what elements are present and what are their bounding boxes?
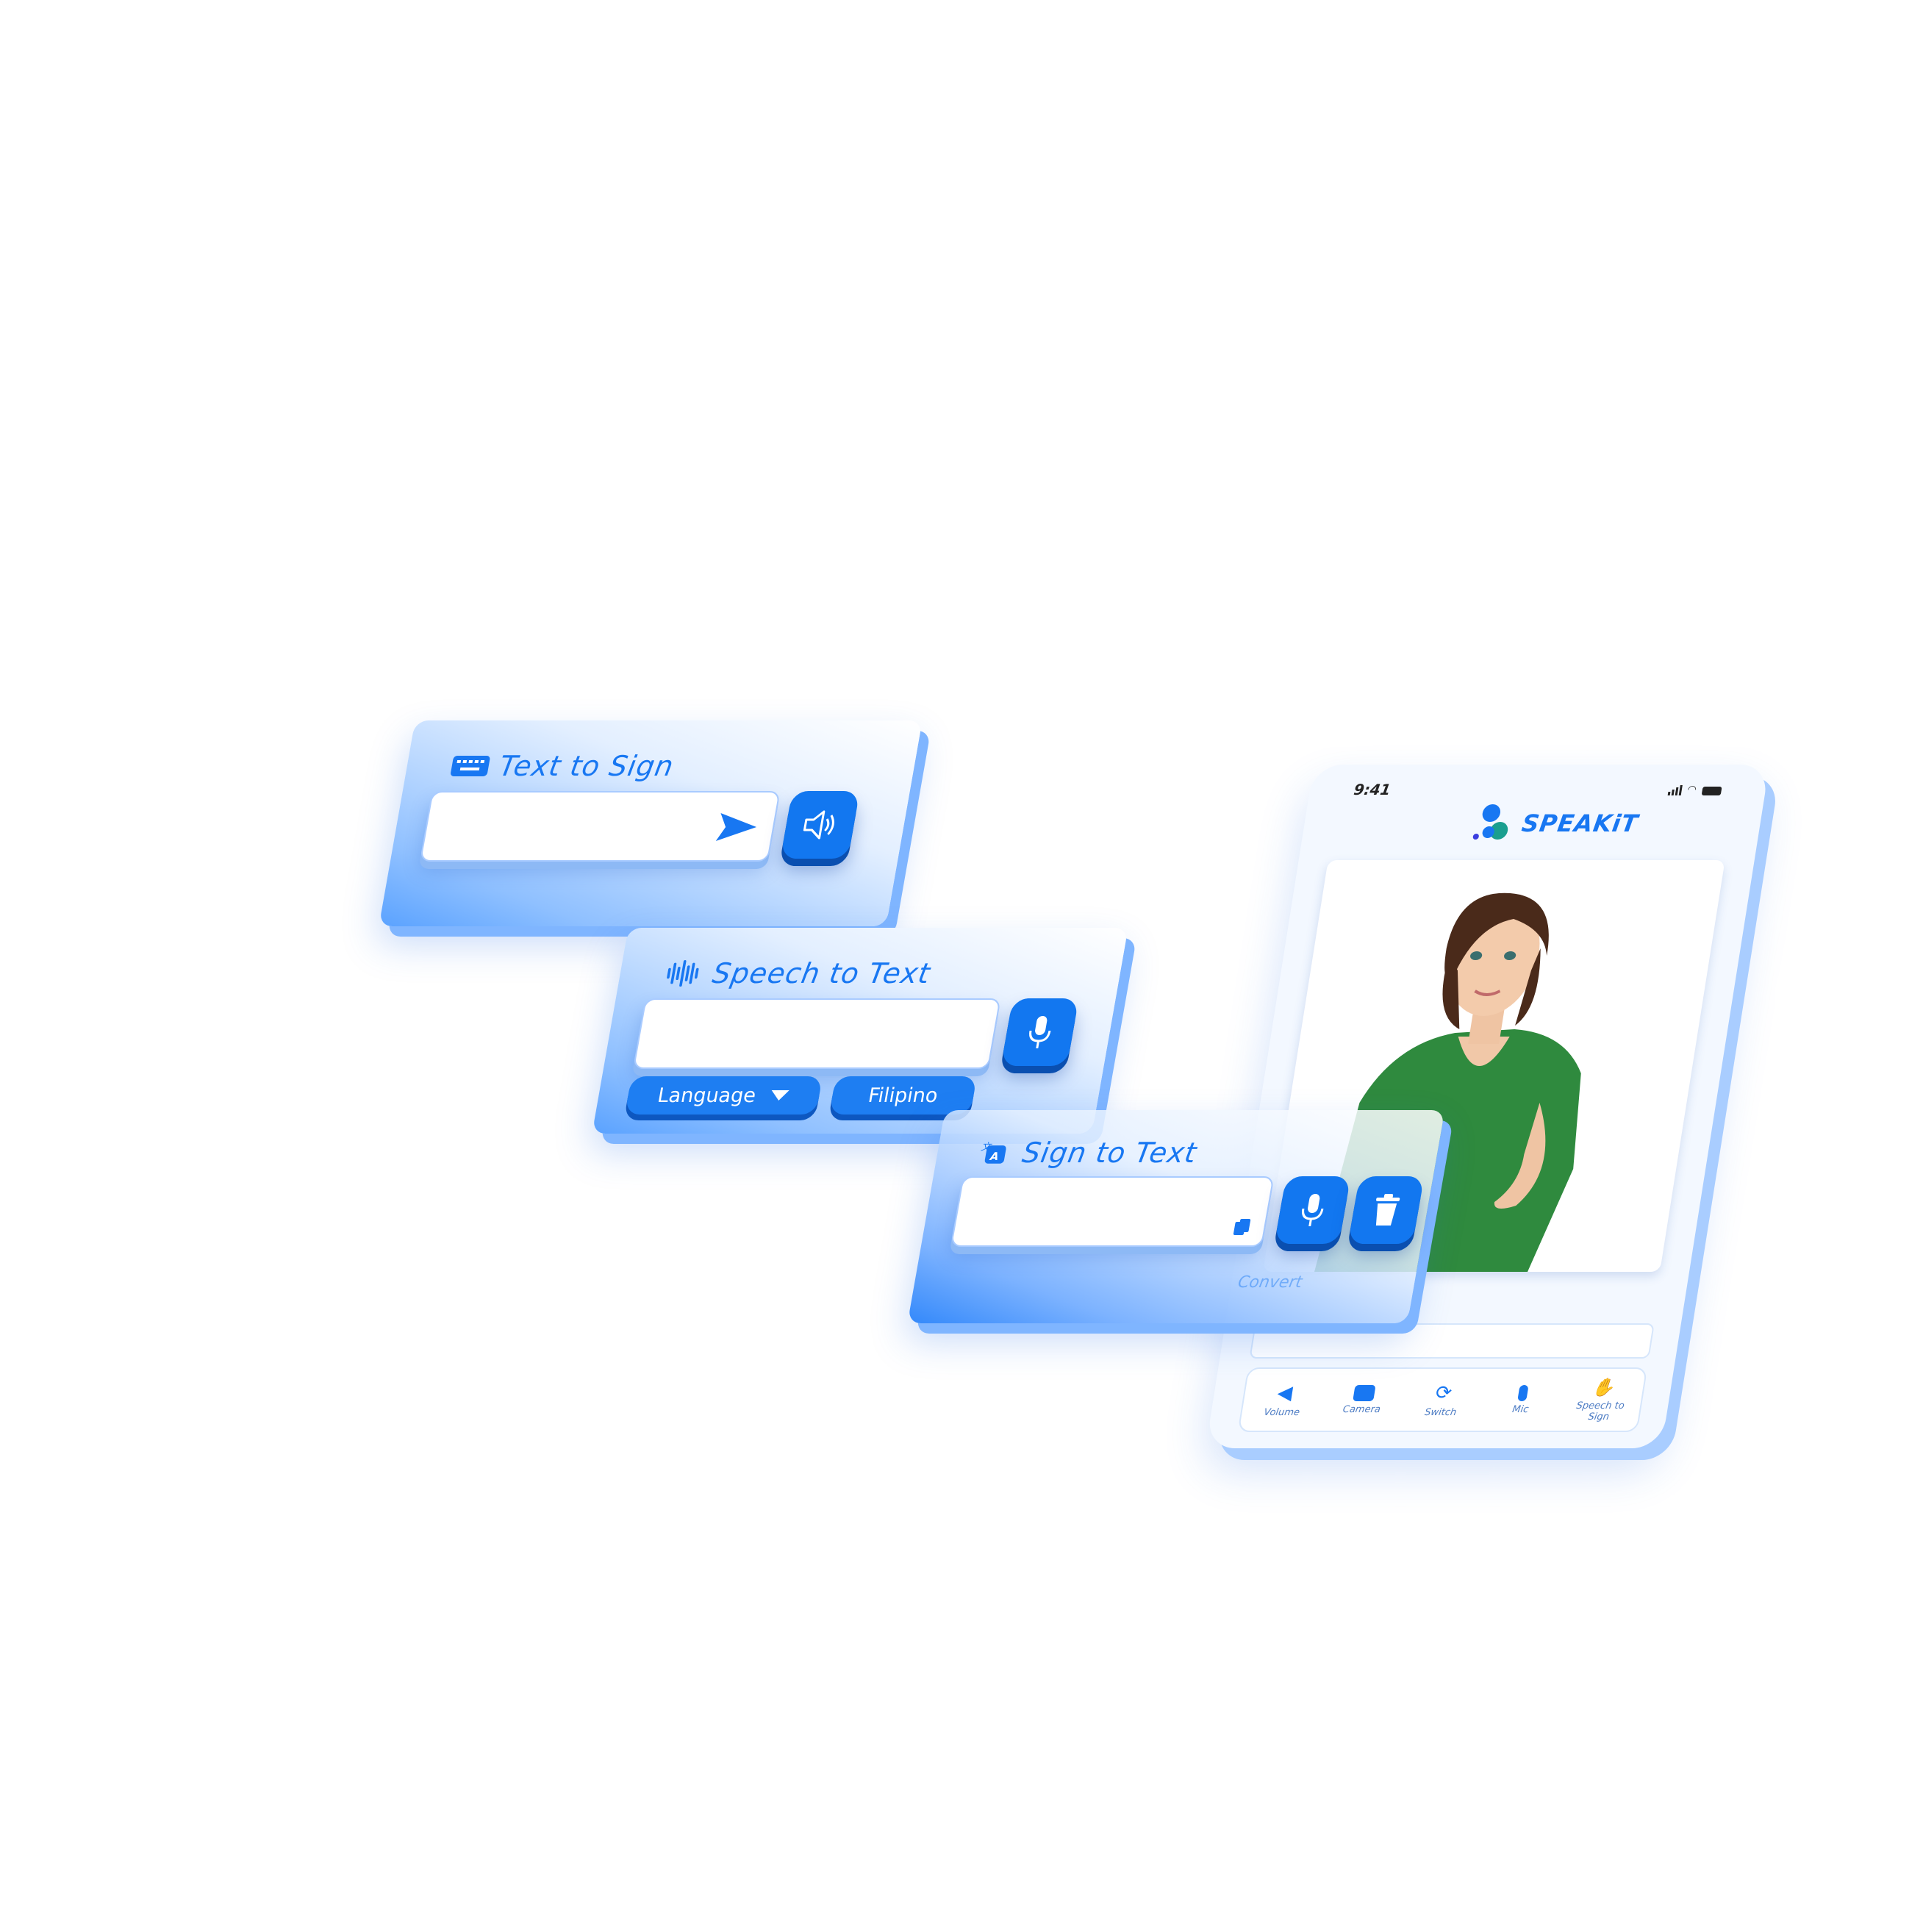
nav-mic[interactable]: Mic <box>1495 1384 1548 1415</box>
sign-output-field[interactable] <box>950 1176 1275 1247</box>
microphone-icon <box>1517 1384 1529 1401</box>
sign-to-text-panel: 文 A Sign to Text Convert <box>907 1110 1445 1323</box>
nav-switch[interactable]: ⟳ Switch <box>1416 1382 1470 1418</box>
nav-label: Speech to Sign <box>1575 1400 1625 1423</box>
send-icon[interactable] <box>714 810 761 844</box>
logo-mark-icon <box>1472 804 1508 840</box>
bottom-nav: ◀ Volume Camera ⟳ Switch Mic ✋ Speech to… <box>1237 1367 1648 1432</box>
copy-icon[interactable] <box>1231 1217 1253 1237</box>
translate-icon: 文 A <box>980 1142 1006 1164</box>
language-value[interactable]: Filipino <box>828 1076 978 1115</box>
record-button[interactable] <box>1000 998 1079 1066</box>
speaker-icon <box>803 810 834 840</box>
app-logo: SPEAKiT <box>1470 803 1641 844</box>
nav-volume[interactable]: ◀ Volume <box>1257 1382 1311 1418</box>
phone-mockup: 9:41 ◠ SPEAKiT ◀ Volume Camera ⟳ Switch … <box>1206 765 1770 1448</box>
nav-label: Camera <box>1342 1403 1382 1415</box>
speech-to-text-panel: Speech to Text Language Filipino <box>592 928 1128 1134</box>
text-to-sign-panel: Text to Sign <box>379 720 923 926</box>
camera-icon <box>1353 1384 1376 1401</box>
volume-icon: ◀ <box>1275 1381 1294 1404</box>
panel-title: Speech to Text <box>709 957 934 990</box>
waveform-icon <box>667 960 699 987</box>
language-selected: Filipino <box>866 1084 940 1107</box>
speak-button[interactable] <box>780 791 860 859</box>
delete-button[interactable] <box>1347 1176 1425 1244</box>
battery-icon <box>1701 787 1722 795</box>
keyboard-icon <box>451 756 490 776</box>
status-time: 9:41 <box>1353 781 1392 798</box>
microphone-icon <box>1302 1194 1324 1226</box>
nav-speech-to-sign[interactable]: ✋ Speech to Sign <box>1574 1377 1630 1423</box>
switch-camera-icon: ⟳ <box>1433 1381 1454 1404</box>
panel-title: Text to Sign <box>496 750 677 782</box>
convert-label[interactable]: Convert <box>1236 1273 1303 1292</box>
panel-title: Sign to Text <box>1020 1137 1200 1169</box>
text-input[interactable] <box>419 791 781 862</box>
language-dropdown[interactable]: Language <box>624 1076 823 1115</box>
nav-camera[interactable]: Camera <box>1336 1384 1389 1415</box>
speech-output-field[interactable] <box>632 998 1001 1069</box>
convert-text: Convert <box>1236 1273 1304 1292</box>
language-label: Language <box>656 1084 758 1107</box>
speech-to-sign-icon: ✋ <box>1590 1377 1616 1398</box>
microphone-icon <box>1029 1016 1051 1048</box>
sign-mic-button[interactable] <box>1274 1176 1351 1244</box>
nav-label: Mic <box>1511 1403 1530 1415</box>
chevron-down-icon <box>771 1090 789 1101</box>
signal-icon <box>1667 785 1683 795</box>
nav-label: Switch <box>1424 1406 1458 1418</box>
output-field[interactable] <box>1249 1323 1655 1359</box>
wifi-icon: ◠ <box>1686 784 1698 795</box>
nav-label: Volume <box>1263 1406 1301 1418</box>
trash-icon <box>1375 1194 1400 1226</box>
status-icons: ◠ <box>1667 784 1722 795</box>
app-name: SPEAKiT <box>1519 809 1641 837</box>
